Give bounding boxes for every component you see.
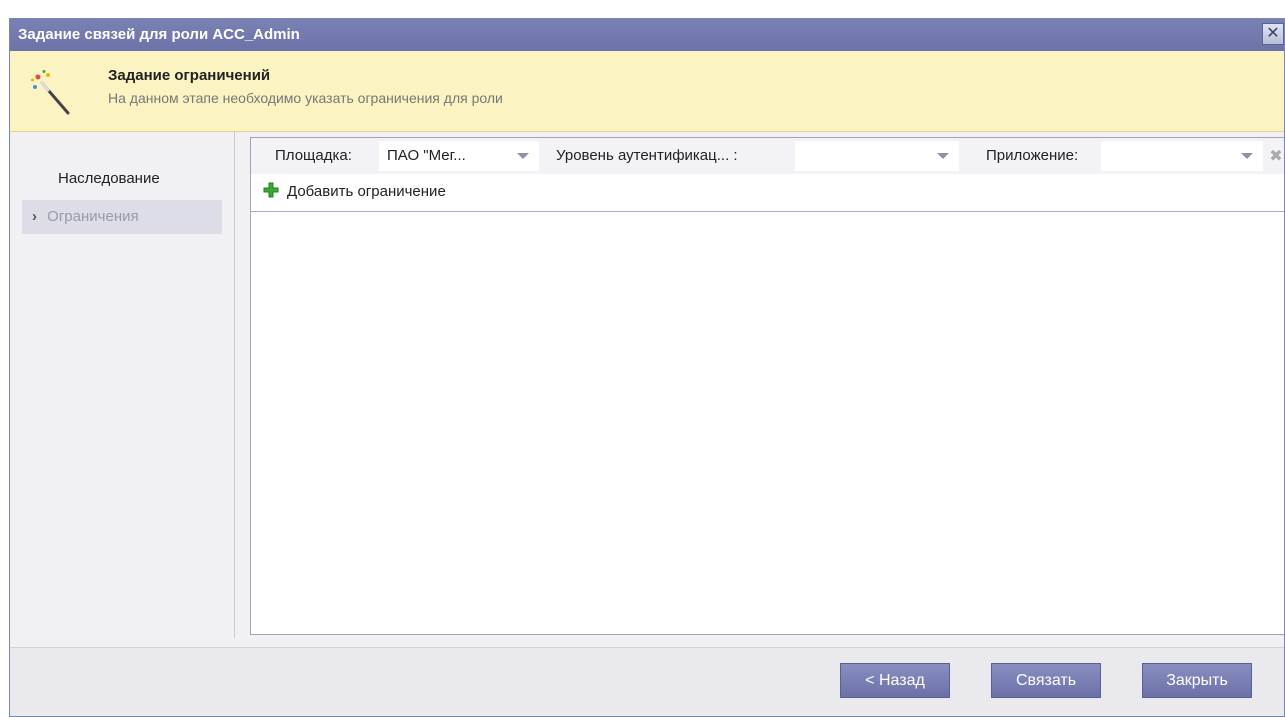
restrictions-panel: Площадка: ПАО "Мег... Уровень аутентифик… — [250, 137, 1284, 635]
back-button[interactable]: < Назад — [840, 663, 950, 698]
link-button[interactable]: Связать — [991, 663, 1101, 698]
magic-wand-icon — [31, 70, 70, 115]
clear-filter-icon[interactable]: ✖ — [1266, 146, 1284, 166]
close-button[interactable]: Закрыть — [1142, 663, 1252, 698]
auth-level-filter-label: Уровень аутентификац... : — [556, 147, 738, 164]
add-restriction-label: Добавить ограничение — [287, 183, 446, 200]
application-filter-select[interactable] — [1101, 141, 1263, 171]
nav-item-inheritance[interactable]: Наследование — [22, 162, 222, 196]
dialog-footer: < Назад Связать Закрыть — [10, 647, 1284, 716]
toolbar: Добавить ограничение — [251, 174, 1284, 212]
application-filter-label: Приложение: — [986, 147, 1079, 164]
site-filter-value: ПАО "Мег... — [387, 147, 466, 164]
nav-item-label: Ограничения — [47, 208, 139, 225]
site-filter-label: Площадка: — [275, 147, 352, 164]
dropdown-arrow-icon — [937, 153, 949, 159]
wizard-banner: Задание ограничений На данном этапе необ… — [10, 51, 1284, 132]
dialog-window: Задание связей для роли ACC_Admin ✕ Зада… — [9, 18, 1285, 717]
banner-title: Задание ограничений — [108, 67, 271, 84]
chevron-right-icon: › — [32, 208, 37, 225]
close-icon[interactable]: ✕ — [1262, 23, 1284, 45]
site-filter-select[interactable]: ПАО "Мег... — [379, 141, 539, 171]
dropdown-arrow-icon — [517, 153, 529, 159]
banner-subtitle: На данном этапе необходимо указать огран… — [108, 90, 503, 106]
filter-bar: Площадка: ПАО "Мег... Уровень аутентифик… — [251, 138, 1284, 175]
nav-item-label: Наследование — [58, 170, 160, 187]
add-restriction-button[interactable]: Добавить ограничение — [263, 182, 446, 200]
dropdown-arrow-icon — [1241, 153, 1253, 159]
nav-item-restrictions[interactable]: › Ограничения — [22, 200, 222, 234]
wizard-steps-nav: Наследование › Ограничения — [10, 132, 235, 638]
plus-icon — [263, 182, 279, 198]
auth-level-filter-select[interactable] — [795, 141, 959, 171]
window-title: Задание связей для роли ACC_Admin — [10, 19, 1284, 51]
